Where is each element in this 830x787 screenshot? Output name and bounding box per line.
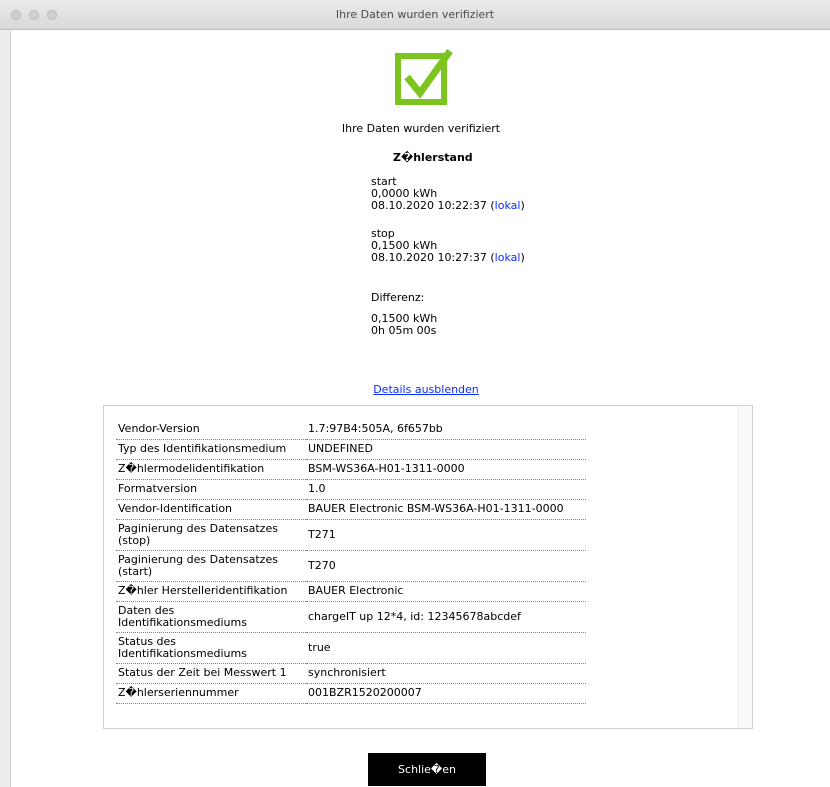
detail-key: Status der Zeit bei Messwert 1	[116, 663, 306, 684]
details-scrollbar[interactable]	[738, 406, 752, 728]
hide-details-link[interactable]: Details ausblenden	[11, 383, 830, 396]
table-row: Z�hlermodelidentifikation BSM-WS36A-H01-…	[116, 459, 586, 480]
detail-key: Z�hler Herstelleridentifikation	[116, 581, 306, 602]
detail-value: chargeIT up 12*4, id: 12345678abcdef	[306, 601, 586, 633]
meter-reading-title: Z�hlerstand	[393, 151, 473, 164]
detail-key: Paginierung des Datensatzes (stop)	[116, 519, 306, 551]
detail-key: Formatversion	[116, 479, 306, 500]
detail-value: UNDEFINED	[306, 439, 586, 460]
title-bar[interactable]: Ihre Daten wurden verifiziert	[0, 0, 830, 30]
detail-key: Z�hlerseriennummer	[116, 683, 306, 704]
details-table: Vendor-Version 1.7:97B4:505A, 6f657bb Ty…	[116, 419, 586, 704]
difference-values: 0,1500 kWh 0h 05m 00s	[371, 313, 437, 337]
start-local-link[interactable]: lokal	[495, 199, 521, 212]
detail-key: Vendor-Identification	[116, 499, 306, 520]
difference-label: Differenz:	[371, 291, 425, 304]
table-row: Z�hler Herstelleridentifikation BAUER El…	[116, 581, 586, 602]
start-reading: start 0,0000 kWh 08.10.2020 10:22:37 (lo…	[371, 176, 525, 212]
detail-value: T270	[306, 550, 586, 582]
difference-duration: 0h 05m 00s	[371, 324, 437, 337]
table-row: Vendor-Version 1.7:97B4:505A, 6f657bb	[116, 419, 586, 440]
stop-reading: stop 0,1500 kWh 08.10.2020 10:27:37 (lok…	[371, 228, 525, 264]
details-panel[interactable]: Vendor-Version 1.7:97B4:505A, 6f657bb Ty…	[103, 405, 753, 729]
detail-value: BSM-WS36A-H01-1311-0000	[306, 459, 586, 480]
stop-local-link[interactable]: lokal	[495, 251, 521, 264]
detail-value: BAUER Electronic	[306, 581, 586, 602]
detail-key: Vendor-Version	[116, 419, 306, 440]
verification-headline: Ihre Daten wurden verifiziert	[341, 122, 501, 135]
detail-value: T271	[306, 519, 586, 551]
table-row: Paginierung des Datensatzes (stop) T271	[116, 519, 586, 551]
table-row: Z�hlerseriennummer 001BZR1520200007	[116, 683, 586, 704]
detail-key: Daten des Identifikationsmediums	[116, 601, 306, 633]
table-row: Status des Identifikationsmediums true	[116, 632, 586, 664]
detail-value: 1.7:97B4:505A, 6f657bb	[306, 419, 586, 440]
detail-value: 1.0	[306, 479, 586, 500]
detail-value: BAUER Electronic BSM-WS36A-H01-1311-0000	[306, 499, 586, 520]
detail-value: synchronisiert	[306, 663, 586, 684]
table-row: Typ des Identifikationsmedium UNDEFINED	[116, 439, 586, 460]
detail-key: Z�hlermodelidentifikation	[116, 459, 306, 480]
checkbox-checked-icon	[395, 48, 453, 105]
detail-value: 001BZR1520200007	[306, 683, 586, 704]
table-row: Status der Zeit bei Messwert 1 synchroni…	[116, 663, 586, 684]
detail-value: true	[306, 632, 586, 664]
table-row: Daten des Identifikationsmediums chargeI…	[116, 601, 586, 633]
detail-key: Typ des Identifikationsmedium	[116, 439, 306, 460]
table-row: Vendor-Identification BAUER Electronic B…	[116, 499, 586, 520]
app-window: Ihre Daten wurden verifiziert Ihre Daten…	[0, 0, 830, 787]
table-row: Paginierung des Datensatzes (start) T270	[116, 550, 586, 582]
dialog-content: Ihre Daten wurden verifiziert Z�hlerstan…	[10, 30, 830, 787]
close-button[interactable]: Schlie�en	[368, 753, 486, 786]
start-timestamp: 08.10.2020 10:22:37 (lokal)	[371, 199, 525, 212]
table-row: Formatversion 1.0	[116, 479, 586, 500]
detail-key: Paginierung des Datensatzes (start)	[116, 550, 306, 582]
window-title: Ihre Daten wurden verifiziert	[335, 8, 495, 21]
stop-timestamp: 08.10.2020 10:27:37 (lokal)	[371, 251, 525, 264]
detail-key: Status des Identifikationsmediums	[116, 632, 306, 664]
